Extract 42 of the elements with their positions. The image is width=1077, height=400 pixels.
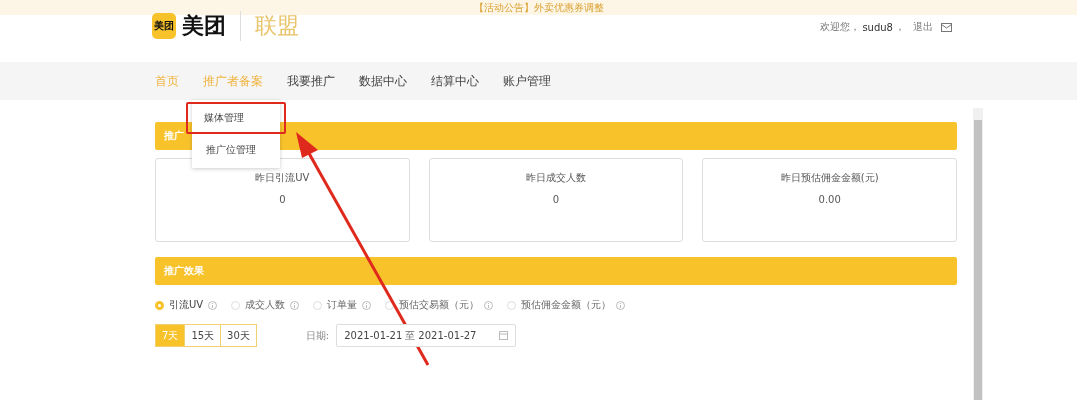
radio-label[interactable]: 预估佣金金额（元） <box>521 298 612 312</box>
info-icon[interactable] <box>484 300 494 310</box>
date-to: 2021-01-27 <box>418 330 477 341</box>
section-title: 推广效果 <box>164 264 204 278</box>
stat-value: 0 <box>552 194 560 205</box>
radio-label[interactable]: 成交人数 <box>245 298 286 312</box>
welcome-text: 欢迎您， <box>820 20 861 34</box>
product-name: 联盟 <box>255 12 299 40</box>
info-icon[interactable] <box>362 300 372 310</box>
logo-text: 美团 <box>182 12 226 40</box>
radio-button[interactable] <box>155 300 164 310</box>
date-range-field[interactable]: 2021-01-21 至 2021-01-27 <box>336 324 517 347</box>
calendar-icon[interactable] <box>499 331 509 340</box>
date-label: 日期: <box>305 328 330 343</box>
info-icon[interactable] <box>208 300 218 310</box>
radio-label[interactable]: 预估交易额（元） <box>399 298 480 312</box>
menu-item[interactable]: 推广位管理 <box>192 134 280 166</box>
stat-label: 昨日成交人数 <box>526 171 586 185</box>
date-separator: 至 <box>405 328 416 343</box>
nav-tab[interactable]: 数据中心 <box>359 72 407 90</box>
info-icon[interactable] <box>616 300 626 310</box>
logout-link[interactable]: 退出 <box>913 20 933 34</box>
nav-tab[interactable]: 我要推广 <box>287 72 335 90</box>
stat-label: 昨日预估佣金金额(元) <box>780 171 879 185</box>
username: sudu8 <box>862 21 893 33</box>
date-from: 2021-01-21 <box>344 330 403 341</box>
stat-value: 0 <box>279 194 286 205</box>
separator-text: ， <box>895 20 905 34</box>
nav-tab[interactable]: 账户管理 <box>503 72 551 90</box>
logo-badge: 美团 <box>152 13 176 39</box>
menu-item[interactable]: 媒体管理 <box>186 102 286 134</box>
nav-tab[interactable]: 结算中心 <box>431 72 479 90</box>
radio-label[interactable]: 订单量 <box>327 298 358 312</box>
mail-icon[interactable] <box>941 22 952 32</box>
range-button[interactable]: 15天 <box>184 324 222 347</box>
stat-label: 昨日引流UV <box>255 171 310 185</box>
info-icon[interactable] <box>290 300 300 310</box>
radio-label[interactable]: 引流UV <box>169 298 204 312</box>
stat-value: 0.00 <box>818 194 841 205</box>
section-title: 推广 <box>164 129 184 143</box>
scrollbar[interactable] <box>973 108 983 400</box>
range-button[interactable]: 30天 <box>220 324 257 347</box>
